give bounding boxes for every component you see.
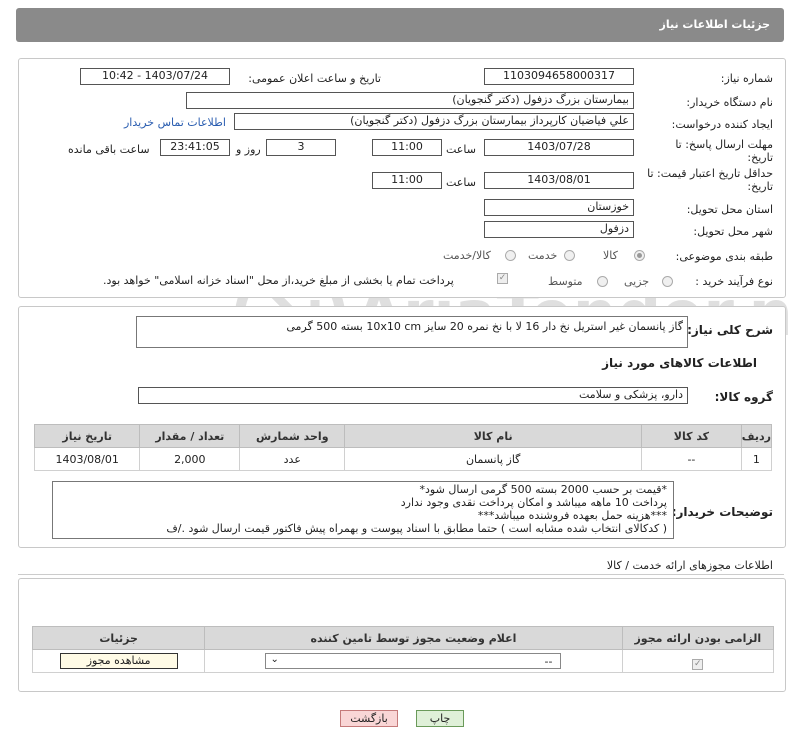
- col-code: کد کالا: [641, 424, 742, 448]
- remaining-time-field: 23:41:05: [160, 139, 230, 156]
- permits-divider: [18, 574, 784, 575]
- permit-details-cell: مشاهده مجوز: [31, 649, 206, 673]
- category-radio-goods-service[interactable]: [505, 250, 516, 261]
- process-radio-medium[interactable]: [597, 276, 608, 287]
- buyer-org-field: بیمارستان بزرگ دزفول (دکتر گنجویان): [186, 92, 634, 109]
- col-permit-details: جزئیات: [31, 626, 206, 650]
- col-row: ردیف: [740, 424, 773, 448]
- permit-status-select[interactable]: -- ⌄: [265, 653, 562, 669]
- row-name: گاز پانسمان: [344, 447, 643, 471]
- deadline-label: مهلت ارسال پاسخ: تا تاریخ:: [675, 138, 773, 164]
- category-radio-goods[interactable]: [634, 250, 645, 261]
- treasury-payment-checkbox[interactable]: ✓: [497, 273, 508, 284]
- col-name: نام کالا: [344, 424, 643, 448]
- goods-table: ردیف کد کالا نام کالا واحد شمارش تعداد /…: [33, 424, 773, 471]
- buyer-org-label: نام دستگاه خریدار:: [686, 96, 773, 109]
- deadline-date-field: 1403/07/28: [484, 139, 634, 156]
- days-label: روز و: [236, 143, 261, 156]
- goods-table-header: ردیف کد کالا نام کالا واحد شمارش تعداد /…: [33, 424, 773, 448]
- back-button[interactable]: بازگشت: [340, 710, 398, 727]
- validity-label: حداقل تاریخ اعتبار قیمت: تا تاریخ:: [647, 167, 773, 193]
- col-permit-required: الزامی بودن ارائه مجوز: [621, 626, 775, 650]
- province-label: استان محل تحویل:: [686, 203, 773, 216]
- deadline-time-label: ساعت: [446, 143, 476, 156]
- description-textarea[interactable]: گاز پانسمان غیر استریل نخ دار 16 لا با ن…: [136, 316, 688, 348]
- treasury-payment-note: پرداخت تمام یا بخشی از مبلغ خرید،از محل …: [103, 274, 454, 287]
- row-qty: 2,000: [139, 447, 241, 471]
- view-permit-button[interactable]: مشاهده مجوز: [59, 653, 178, 669]
- process-option-minor: جزیی: [624, 275, 650, 288]
- validity-time-field: 11:00: [372, 172, 442, 189]
- buyer-notes-textarea[interactable]: *قیمت بر حسب 2000 بسته 500 گرمی ارسال شو…: [52, 481, 674, 539]
- row-code: --: [641, 447, 742, 471]
- col-qty: تعداد / مقدار: [139, 424, 241, 448]
- category-option-service: خدمت: [528, 249, 558, 262]
- row-index: 1: [740, 447, 773, 471]
- permit-status-cell: -- ⌄: [204, 649, 623, 673]
- col-permit-status: اعلام وضعیت مجوز توسط تامین کننده: [204, 626, 623, 650]
- buyer-notes-label: توضیحات خریدار:: [671, 505, 773, 519]
- col-unit: واحد شمارش: [239, 424, 346, 448]
- goods-group-label: گروه کالا:: [714, 390, 773, 404]
- province-field: خوزستان: [484, 199, 634, 216]
- page-header: جزئیات اطلاعات نیاز: [16, 8, 784, 42]
- process-option-medium: متوسط: [548, 275, 583, 288]
- validity-date-field: 1403/08/01: [484, 172, 634, 189]
- category-radio-service[interactable]: [564, 250, 575, 261]
- permit-required-cell: ✓: [621, 649, 775, 673]
- city-field: دزفول: [484, 221, 634, 238]
- buyer-note-line: پرداخت 10 ماهه میباشد و امکان پرداخت نقد…: [400, 496, 667, 509]
- goods-section-title: اطلاعات کالاهای مورد نیاز: [602, 356, 757, 370]
- need-number-field: 1103094658000317: [484, 68, 634, 85]
- row-unit: عدد: [239, 447, 346, 471]
- permits-section-title: اطلاعات مجوزهای ارائه خدمت / کالا: [606, 559, 773, 572]
- permits-table: الزامی بودن ارائه مجوز اعلام وضعیت مجوز …: [31, 626, 775, 673]
- buyer-note-line: ***هزینه حمل بعهده فروشنده میباشد***: [477, 509, 667, 522]
- page-title: جزئیات اطلاعات نیاز: [659, 18, 771, 31]
- chevron-down-icon: ⌄: [270, 654, 279, 665]
- process-radio-minor[interactable]: [662, 276, 673, 287]
- goods-group-field: دارو، پزشکی و سلامت: [138, 387, 688, 404]
- remaining-label: ساعت باقی مانده: [68, 143, 150, 156]
- permit-required-checkbox[interactable]: ✓: [692, 659, 704, 670]
- description-label: شرح کلی نیاز:: [687, 323, 773, 337]
- announce-field: 1403/07/24 - 10:42: [80, 68, 230, 85]
- permit-status-value: --: [544, 655, 553, 668]
- category-label: طبقه بندی موضوعی:: [675, 250, 773, 263]
- days-field: 3: [266, 139, 336, 156]
- creator-label: ایجاد کننده درخواست:: [671, 118, 773, 131]
- table-row: ✓ -- ⌄ مشاهده مجوز: [31, 649, 775, 673]
- category-option-goods: کالا: [603, 249, 618, 262]
- validity-time-label: ساعت: [446, 176, 476, 189]
- deadline-time-field: 11:00: [372, 139, 442, 156]
- city-label: شهر محل تحویل:: [693, 225, 773, 238]
- process-label: نوع فرآیند خرید :: [695, 275, 773, 288]
- permits-table-header: الزامی بودن ارائه مجوز اعلام وضعیت مجوز …: [31, 626, 775, 650]
- announce-label: تاریخ و ساعت اعلان عمومی:: [248, 72, 381, 85]
- need-number-label: شماره نیاز:: [720, 72, 773, 85]
- row-date: 1403/08/01: [33, 447, 141, 471]
- print-button[interactable]: چاپ: [416, 710, 464, 727]
- creator-field: علي فياضيان كارپرداز بیمارستان بزرگ دزفو…: [234, 113, 634, 130]
- col-date: تاریخ نیاز: [33, 424, 141, 448]
- category-option-goods-service: کالا/خدمت: [443, 249, 491, 262]
- table-row[interactable]: 1 -- گاز پانسمان عدد 2,000 1403/08/01: [33, 447, 773, 471]
- buyer-note-line: ( کدکالای انتخاب شده مشابه است ) حتما مط…: [166, 522, 667, 535]
- buyer-contact-link[interactable]: اطلاعات تماس خریدار: [124, 116, 226, 129]
- buyer-note-line: *قیمت بر حسب 2000 بسته 500 گرمی ارسال شو…: [419, 483, 667, 496]
